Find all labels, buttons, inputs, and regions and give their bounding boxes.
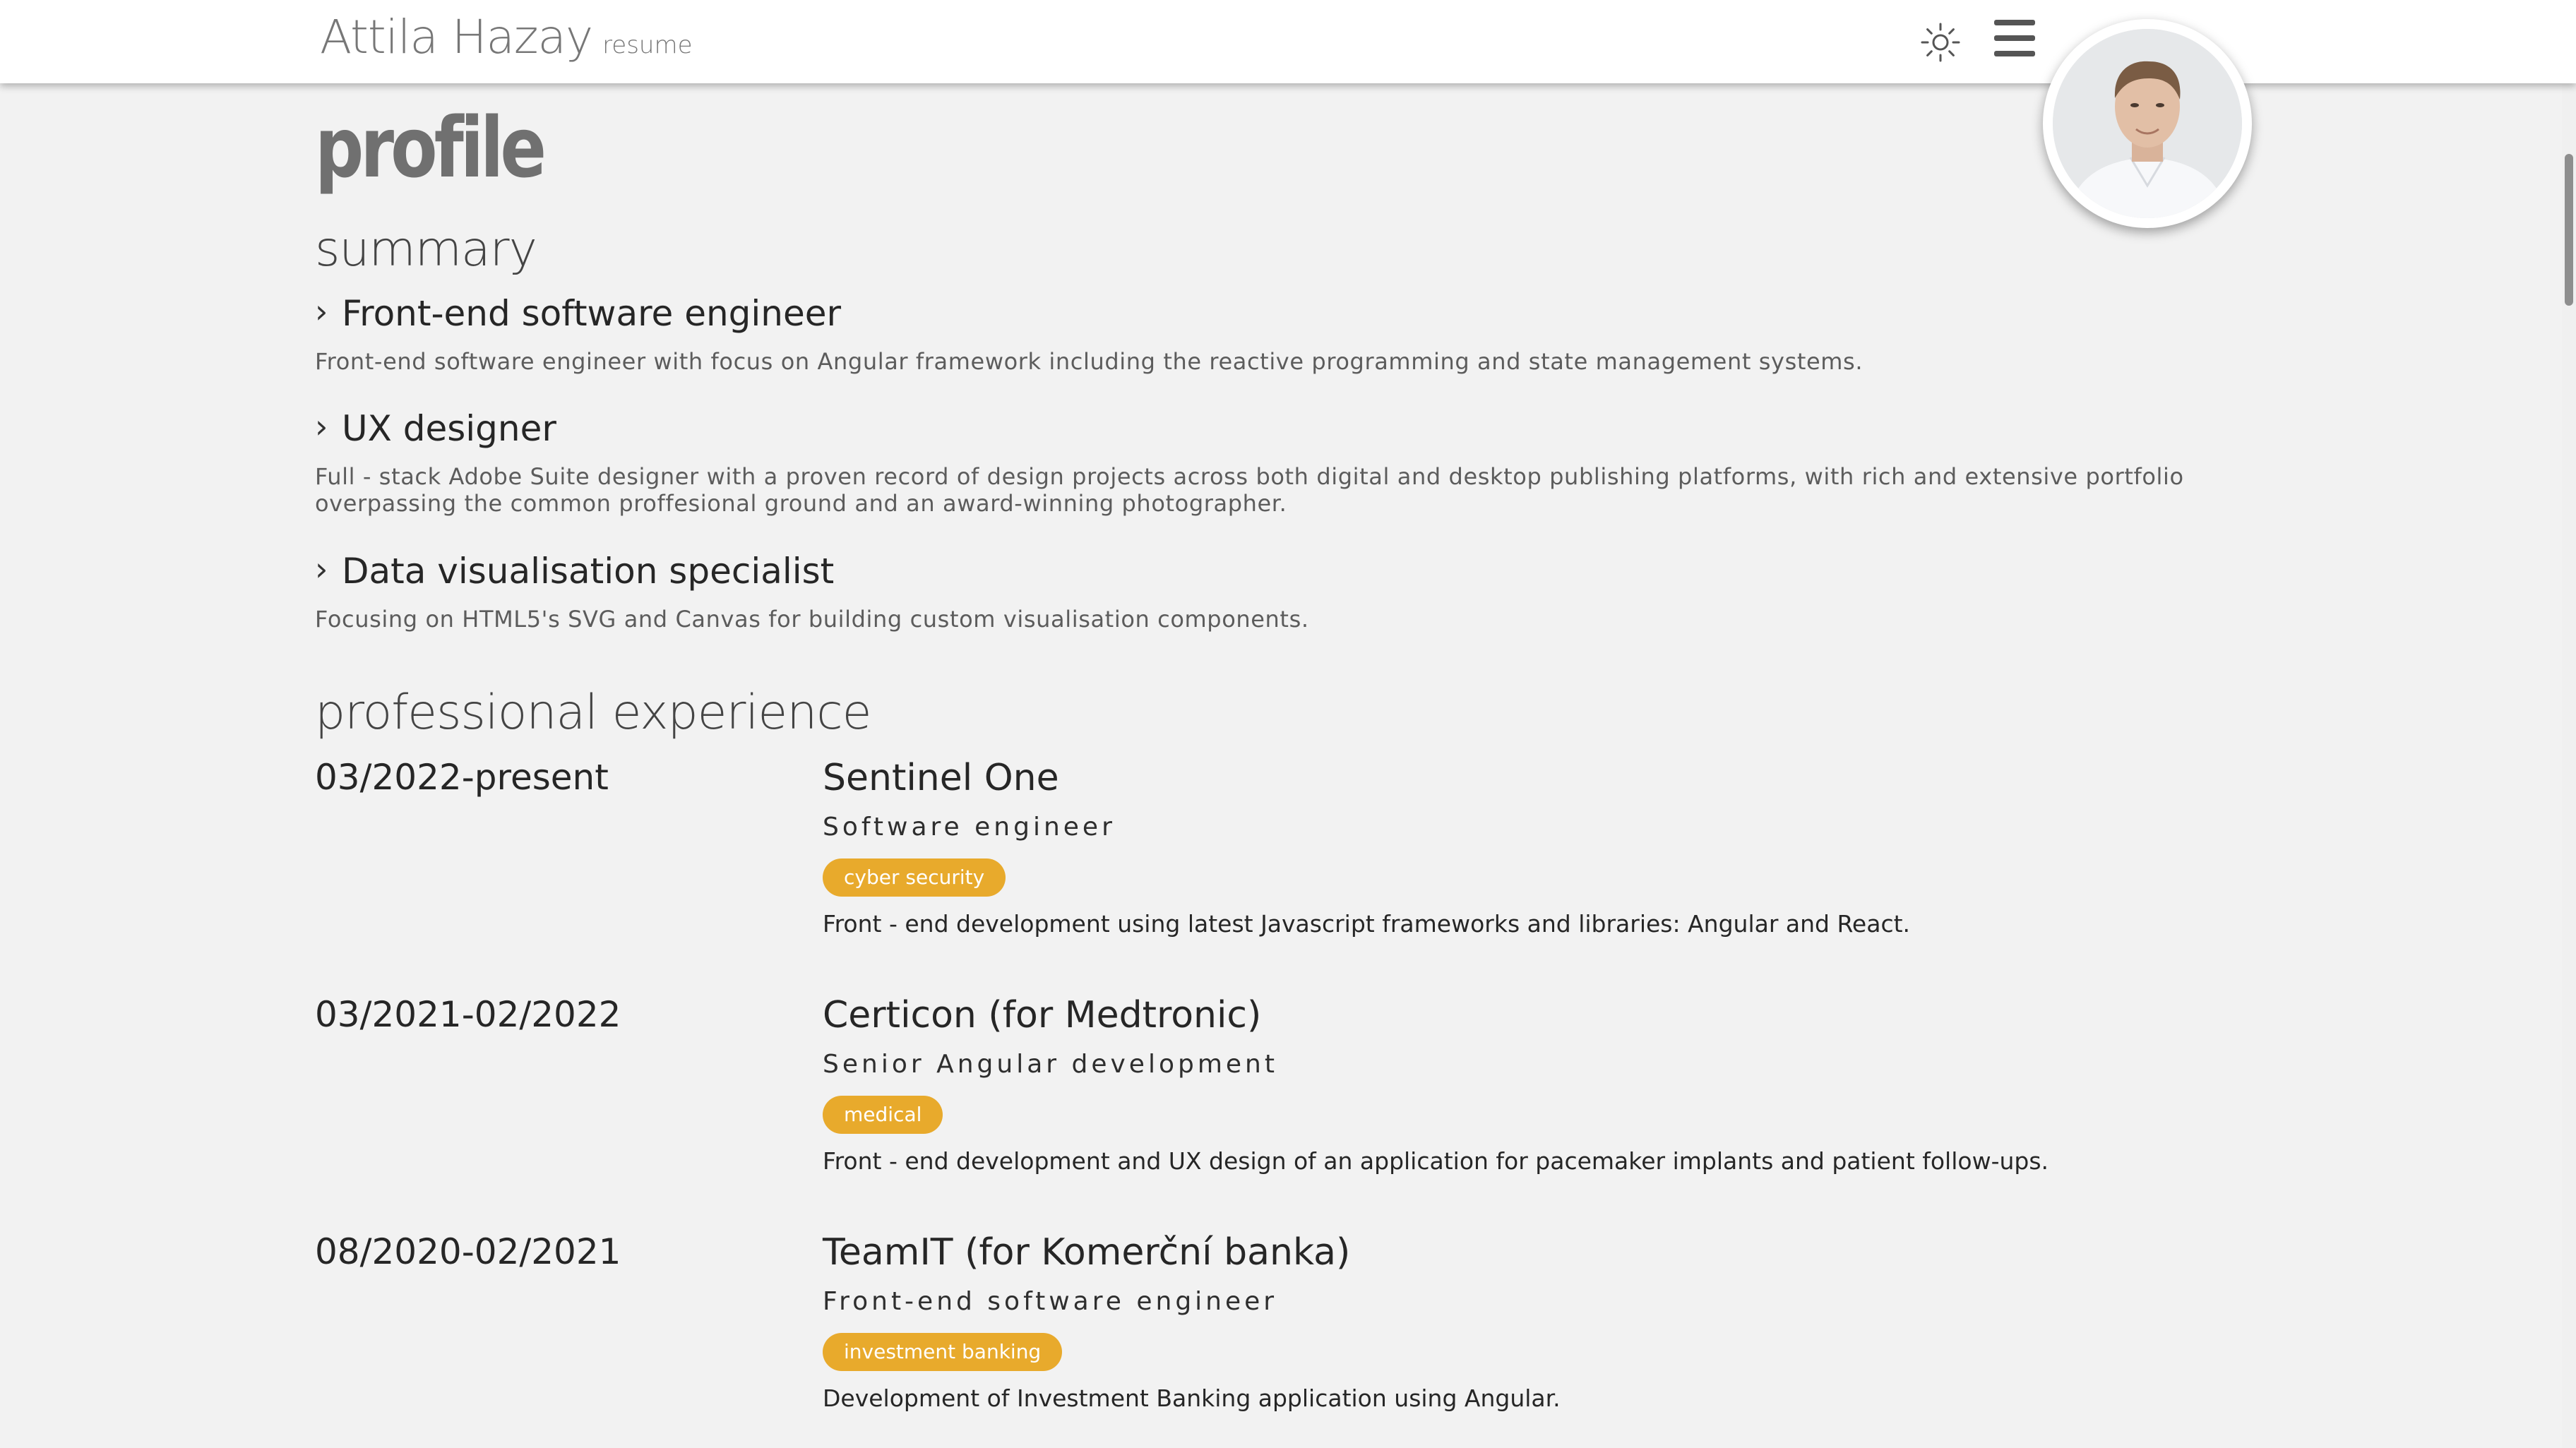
- experience-section-title: professional experience: [315, 685, 872, 741]
- job-entry: TeamIT (for Komerční banka) Front-end so…: [823, 1234, 2235, 1410]
- menu-line: [1994, 51, 2035, 56]
- job-role: Front-end software engineer: [823, 1287, 1278, 1316]
- job-company: Certicon (for Medtronic): [823, 994, 1262, 1036]
- job-role: Software engineer: [823, 813, 1116, 842]
- chevron-right-icon: ›: [315, 550, 328, 588]
- avatar: [2043, 19, 2252, 228]
- job-tag: investment banking: [823, 1333, 1063, 1371]
- job-date: 08/2020-02/2021: [315, 1231, 621, 1272]
- summary-heading-text: UX designer: [342, 408, 556, 449]
- summary-item: › Front-end software engineer Front-end s…: [315, 295, 2278, 375]
- job-role: Senior Angular development: [823, 1050, 1278, 1079]
- brand-name: Attila Hazay: [320, 10, 593, 64]
- summary-item: › Data visualisation specialist Focusing …: [315, 553, 2278, 633]
- profile-photo: [2053, 29, 2242, 218]
- summary-heading: › Front-end software engineer: [315, 295, 2278, 331]
- summary-text: Front-end software engineer with focus o…: [315, 348, 1864, 375]
- job-company: TeamIT (for Komerční banka): [823, 1231, 1351, 1274]
- chevron-right-icon: ›: [315, 292, 328, 330]
- job-tag: cyber security: [823, 858, 1006, 897]
- job-entry: Sentinel One Software engineer cyber sec…: [823, 760, 2235, 935]
- summary-heading: › UX designer: [315, 410, 2278, 446]
- summary-text: Full - stack Adobe Suite designer with a…: [315, 463, 2184, 517]
- job-date: 03/2022-present: [315, 757, 609, 798]
- menu-line: [1994, 20, 2035, 25]
- job-company: Sentinel One: [823, 757, 1059, 799]
- hamburger-menu-icon[interactable]: [1994, 20, 2035, 64]
- scrollbar-thumb[interactable]: [2565, 154, 2573, 306]
- sun-icon[interactable]: [1919, 21, 1962, 64]
- page-scrollbar[interactable]: [2562, 83, 2576, 1448]
- job-entry: Certicon (for Medtronic) Senior Angular …: [823, 997, 2235, 1173]
- job-description: Development of Investment Banking applic…: [823, 1384, 1561, 1412]
- summary-text: Focusing on HTML5's SVG and Canvas for b…: [315, 606, 1309, 633]
- job-tag: medical: [823, 1096, 943, 1134]
- page-title: profile: [315, 99, 547, 196]
- job-date: 03/2021-02/2022: [315, 994, 621, 1035]
- summary-heading-text: Front-end software engineer: [342, 293, 842, 334]
- brand-subtitle: resume: [602, 31, 693, 59]
- summary-item: › UX designer Full - stack Adobe Suite de…: [315, 410, 2278, 517]
- summary-heading-text: Data visualisation specialist: [342, 551, 835, 592]
- menu-line: [1994, 35, 2035, 41]
- summary-section-title: summary: [315, 222, 537, 277]
- brand-logo[interactable]: Attila Hazay resume: [320, 10, 693, 64]
- summary-heading: › Data visualisation specialist: [315, 553, 2278, 589]
- job-description: Front - end development and UX design of…: [823, 1147, 2049, 1175]
- chevron-right-icon: ›: [315, 407, 328, 445]
- job-description: Front - end development using latest Jav…: [823, 910, 1911, 938]
